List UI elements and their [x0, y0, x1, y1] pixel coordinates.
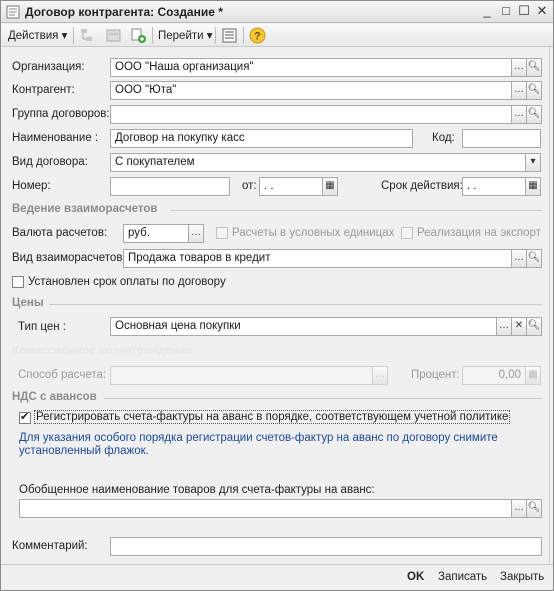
- settlements-section-title: Ведение взаиморасчетов: [12, 203, 158, 215]
- commission-method-label: Способ расчета:: [18, 369, 107, 381]
- name-label: Наименование :: [12, 132, 99, 144]
- contract-type-label: Вид договора:: [12, 156, 88, 168]
- price-type-select-button[interactable]: …: [496, 317, 512, 336]
- organization-field[interactable]: ООО "Наша организация": [110, 58, 512, 77]
- code-field[interactable]: [462, 129, 541, 148]
- validity-field[interactable]: . .: [462, 177, 526, 196]
- generic-name-field[interactable]: [19, 499, 512, 518]
- name-field[interactable]: Договор на покупку касс: [110, 129, 413, 148]
- settlement-type-field[interactable]: Продажа товаров в кредит: [123, 249, 512, 268]
- minimize-icon[interactable]: _: [479, 4, 495, 20]
- register-invoice-checkbox[interactable]: [19, 410, 31, 424]
- organization-label: Организация:: [12, 61, 85, 73]
- section-divider: [49, 304, 542, 305]
- goto-menu[interactable]: Перейти ▾: [158, 28, 213, 42]
- actions-menu[interactable]: Действия ▾: [8, 28, 67, 42]
- counterparty-open-icon[interactable]: 🔍︎: [526, 81, 542, 100]
- svg-text:?: ?: [254, 31, 261, 43]
- payment-term-label: Установлен срок оплаты по договору: [28, 276, 226, 288]
- counterparty-field[interactable]: ООО "Юта": [110, 81, 512, 100]
- commission-percent-field[interactable]: 0,00: [462, 366, 526, 385]
- ok-button[interactable]: OK: [407, 571, 424, 583]
- generic-name-open-icon[interactable]: 🔍︎: [526, 499, 542, 518]
- price-type-open-icon[interactable]: 🔍︎: [526, 317, 542, 336]
- toolbar: Действия ▾ Перейти ▾ ?: [1, 24, 553, 47]
- export-checkbox[interactable]: [401, 227, 413, 239]
- bottom-bar: OK Записать Закрыть: [1, 564, 553, 590]
- commission-method-field[interactable]: [110, 366, 373, 385]
- price-type-clear-icon[interactable]: ✕: [511, 317, 527, 336]
- settlement-type-open-icon[interactable]: 🔍︎: [526, 249, 542, 268]
- number-label: Номер:: [12, 180, 51, 192]
- restore-icon[interactable]: □: [498, 4, 514, 20]
- currency-label: Валюта расчетов:: [12, 227, 108, 239]
- close-button[interactable]: Закрыть: [500, 571, 544, 583]
- title-bar: Договор контрагента: Создание * _ □ ☐ ✕: [1, 1, 553, 23]
- commission-section-title: Комиссионное вознаграждение: [12, 345, 193, 357]
- window-title: Договор контрагента: Создание *: [25, 5, 223, 19]
- generic-name-select-button[interactable]: …: [511, 499, 527, 518]
- organization-open-icon[interactable]: 🔍︎: [526, 58, 542, 77]
- calculator-icon[interactable]: ▦: [525, 366, 541, 385]
- organization-select-button[interactable]: …: [511, 58, 527, 77]
- toolbar-separator: [215, 27, 216, 44]
- generic-name-label: Обобщенное наименование товаров для счет…: [19, 484, 375, 496]
- contract-type-select[interactable]: С покупателем: [110, 153, 526, 172]
- vat-section-title: НДС с авансов: [12, 391, 97, 403]
- settlement-type-select-button[interactable]: …: [511, 249, 527, 268]
- payment-term-checkbox[interactable]: [12, 276, 24, 288]
- price-type-label: Тип цен :: [18, 321, 66, 333]
- contract-group-select-button[interactable]: …: [511, 105, 527, 124]
- calendar-icon[interactable]: ▦: [525, 177, 541, 196]
- counterparty-select-button[interactable]: …: [511, 81, 527, 100]
- code-label: Код:: [432, 132, 455, 144]
- toolbar-separator: [243, 27, 244, 44]
- currency-select-button[interactable]: …: [188, 224, 204, 243]
- vat-note-line1: Для указания особого порядка регистрации…: [19, 432, 498, 444]
- price-type-field[interactable]: Основная цена покупки: [110, 317, 497, 336]
- close-window-icon[interactable]: ✕: [534, 4, 550, 20]
- contract-group-field[interactable]: [110, 105, 512, 124]
- commission-percent-label: Процент:: [411, 369, 460, 381]
- counterparty-label: Контрагент:: [12, 84, 75, 96]
- contract-group-label: Группа договоров:: [12, 108, 110, 120]
- currency-field[interactable]: руб.: [123, 224, 189, 243]
- vat-note-line2: установленный флажок.: [19, 445, 149, 457]
- conventional-units-label: Расчеты в условных единицах: [232, 227, 395, 239]
- conventional-units-checkbox[interactable]: [216, 227, 228, 239]
- scroll-edge: [549, 47, 553, 564]
- section-divider: [104, 398, 542, 399]
- help-icon[interactable]: ?: [249, 27, 266, 44]
- hierarchy-icon[interactable]: [78, 27, 95, 44]
- maximize-icon[interactable]: ☐: [516, 4, 532, 20]
- date-from-field[interactable]: . .: [259, 177, 323, 196]
- comment-field[interactable]: [110, 537, 542, 556]
- prices-section-title: Цены: [12, 297, 44, 309]
- toolbar-separator: [73, 27, 74, 44]
- toolbar-separator: [152, 27, 153, 44]
- commission-method-select-button[interactable]: …: [372, 366, 388, 385]
- view-icon[interactable]: [105, 27, 122, 44]
- save-button[interactable]: Записать: [438, 571, 487, 583]
- export-label: Реализация на экспорт: [417, 227, 541, 239]
- contract-group-open-icon[interactable]: 🔍︎: [526, 105, 542, 124]
- copy-icon[interactable]: [130, 27, 147, 44]
- number-field[interactable]: [110, 177, 230, 196]
- register-invoice-label: Регистрировать счета-фактуры на аванс в …: [34, 410, 511, 424]
- section-divider: [171, 210, 542, 211]
- date-from-label: от:: [242, 180, 257, 192]
- chevron-down-icon[interactable]: ▾: [525, 153, 541, 172]
- comment-label: Комментарий:: [12, 540, 88, 552]
- list-icon[interactable]: [221, 27, 238, 44]
- settlement-type-label: Вид взаиморасчетов:: [12, 252, 126, 264]
- document-icon: [6, 5, 20, 19]
- calendar-icon[interactable]: ▦: [322, 177, 338, 196]
- validity-label: Срок действия:: [381, 180, 463, 192]
- contract-window: Договор контрагента: Создание * _ □ ☐ ✕ …: [0, 0, 554, 591]
